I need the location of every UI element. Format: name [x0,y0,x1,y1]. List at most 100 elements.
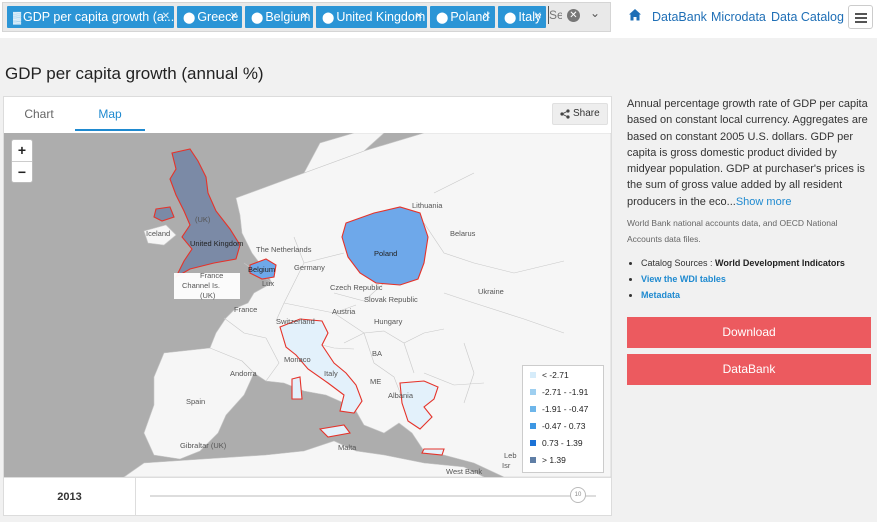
label-ba: BA [372,349,383,358]
label-uk-paren: (UK) [195,215,211,224]
chip-remove-icon[interactable]: ✕ [301,6,309,28]
show-more-link[interactable]: Show more [736,196,792,208]
nav-data-catalog-link[interactable]: Data Catalog [771,10,844,24]
label-lithuania: Lithuania [412,201,443,210]
metadata-link[interactable]: Metadata [641,290,680,300]
choropleth-map[interactable]: + − Iceland (UK) United Kingdom The Neth… [4,133,611,477]
zoom-control: + − [11,139,33,183]
label-spain: Spain [186,397,206,406]
tab-chart[interactable]: Chart [4,97,74,131]
label-italy: Italy [324,369,338,378]
legend-swatch [530,406,536,412]
wdi-tables-item: View the WDI tables [641,271,871,287]
label-west-bank: West Bank [446,467,483,476]
label-belarus: Belarus [450,229,476,238]
zoom-in-button[interactable]: + [12,140,32,161]
legend-item: < -2.71 [530,368,569,382]
map-marker-icon: ⬤ [504,12,517,24]
indicator-description: Annual percentage growth rate of GDP per… [627,96,873,210]
legend-item: -1.91 - -0.47 [530,402,588,416]
zoom-out-button[interactable]: − [12,161,32,182]
label-malta: Malta [338,443,357,452]
map-canvas[interactable] [4,133,611,477]
label-hungary: Hungary [374,317,403,326]
download-button[interactable]: Download [627,317,871,348]
label-czech-republic: Czech Republic [330,283,383,292]
label-germany: Germany [294,263,325,272]
hamburger-menu-icon[interactable] [848,5,873,29]
chip-remove-icon[interactable]: ✕ [415,6,423,28]
legend-item: -2.71 - -1.91 [530,385,588,399]
country-crete [421,448,445,456]
legend-swatch [530,372,536,378]
legend-swatch [530,423,536,429]
label-andorra: Andorra [230,369,257,378]
legend-swatch [530,389,536,395]
label-isr: Isr [502,461,511,470]
legend-item: 0.73 - 1.39 [530,436,583,450]
clear-search-icon[interactable]: ✕ [567,9,580,22]
label-switzerland: Switzerland [276,317,315,326]
label-lux: Lux [262,279,275,288]
databank-button[interactable]: DataBank [627,354,871,385]
visualization-panel: Chart Map Share + − Iceland (UK) United … [3,96,612,516]
chip-label: GDP per capita growth (a... [23,10,174,24]
map-marker-icon: ⬤ [436,12,449,24]
country-northern-ireland [153,206,175,222]
legend-label: 0.73 - 1.39 [542,438,583,448]
label-austria: Austria [332,307,356,316]
chip-indicator[interactable]: ▓ GDP per capita growth (a... ✕ [7,6,174,28]
country-sicily [318,424,351,438]
legend-label: -1.91 - -0.47 [542,404,589,414]
nav-databank-link[interactable]: DataBank [652,10,707,24]
page-title: GDP per capita growth (annual %) [5,64,264,83]
legend-swatch [530,457,536,463]
tab-map[interactable]: Map [75,97,145,131]
search-input[interactable] [548,6,562,24]
catalog-list: Catalog Sources : World Development Indi… [631,255,871,303]
label-channel-is: Channel Is. [182,281,220,290]
label-united-kingdom: United Kingdom [190,239,244,248]
legend-label: -0.47 - 0.73 [542,421,586,431]
country-united-kingdom [169,148,241,279]
label-monaco: Monaco [284,355,311,364]
nav-microdata-link[interactable]: Microdata [711,10,766,24]
label-poland: Poland [374,249,398,258]
map-legend: < -2.71 -2.71 - -1.91 -1.91 - -0.47 -0.4… [522,365,604,473]
home-icon[interactable] [628,8,642,22]
catalog-sources-label: Catalog Sources : [641,258,716,268]
label-slovak-republic: Slovak Republic [364,295,418,304]
map-marker-icon: ⬤ [251,12,264,24]
legend-item: > 1.39 [530,453,566,467]
chip-greece[interactable]: ⬤ Greece ✕ [177,6,242,28]
chip-remove-icon[interactable]: ✕ [230,6,238,28]
label-leb: Leb [504,451,517,460]
label-france-top: France [200,271,224,280]
year-slider-handle[interactable]: 10 [570,487,586,503]
chip-united-kingdom[interactable]: ⬤ United Kingdom ✕ [316,6,427,28]
chip-italy[interactable]: ⬤ Italy ✕ [498,6,546,28]
country-sardinia [291,376,303,400]
label-gibraltar: Gibraltar (UK) [180,441,227,450]
catalog-sources-value: World Development Indicators [715,258,845,268]
legend-swatch [530,440,536,446]
chip-remove-icon[interactable]: ✕ [483,6,491,28]
source-note: World Bank national accounts data, and O… [627,218,838,244]
share-label: Share [573,108,600,119]
chip-remove-icon[interactable]: ✕ [162,6,170,28]
map-marker-icon: ⬤ [322,12,335,24]
label-me: ME [370,377,382,386]
chip-belgium[interactable]: ⬤ Belgium ✕ [245,6,313,28]
chip-poland[interactable]: ⬤ Poland ✕ [430,6,495,28]
legend-label: > 1.39 [542,455,566,465]
wdi-tables-link[interactable]: View the WDI tables [641,274,726,284]
top-bar: ▓ GDP per capita growth (a... ✕ ⬤ Greece ✕… [0,0,877,38]
share-button[interactable]: Share [552,103,608,125]
label-ukraine: Ukraine [478,287,504,296]
indicator-search-box[interactable]: ▓ GDP per capita growth (a... ✕ ⬤ Greece ✕… [2,2,611,32]
year-slider-track[interactable] [150,495,596,497]
chevron-down-icon[interactable]: ⌄ [590,6,600,20]
chip-label: United Kingdom [336,10,426,24]
label-france: France [234,305,258,314]
chip-remove-icon[interactable]: ✕ [534,6,542,28]
